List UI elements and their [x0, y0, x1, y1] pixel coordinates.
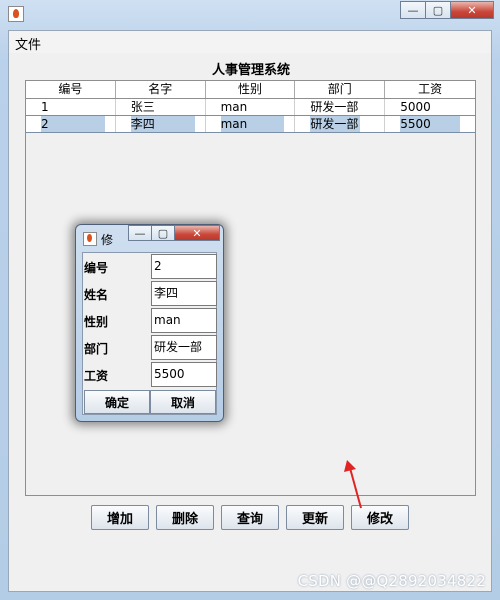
gender-label: 性别: [84, 315, 109, 329]
dialog-title: 修: [101, 233, 114, 247]
watermark: CSDN @@Q2892034822: [297, 572, 486, 590]
modify-dialog: 修 — ▢ ✕ 编号 2 姓名 李四 性别 man 部门 研发一部 工资 550…: [75, 224, 224, 422]
cell-name: 张三: [116, 99, 206, 115]
cell-name: 李四: [115, 116, 206, 132]
system-title: 人事管理系统: [211, 63, 290, 78]
gender-field[interactable]: man: [151, 308, 217, 333]
annotation-arrow-icon: [344, 460, 362, 509]
column-header-department[interactable]: 部门: [295, 81, 386, 98]
cancel-button[interactable]: 取消: [150, 390, 216, 414]
cell-name-text: 李四: [130, 116, 195, 132]
cell-id-text: 2: [41, 116, 105, 132]
close-button[interactable]: ✕: [450, 1, 494, 19]
cell-department: 研发一部: [295, 116, 386, 132]
cell-gender: man: [205, 116, 296, 132]
window-controls: — ▢ ✕: [400, 1, 494, 20]
cell-department-text: 研发一部: [310, 116, 361, 132]
java-app-icon: [8, 6, 24, 22]
minimize-button[interactable]: —: [400, 1, 426, 19]
dialog-minimize-button[interactable]: —: [128, 225, 152, 241]
id-label: 编号: [84, 261, 109, 275]
column-header-gender[interactable]: 性别: [206, 81, 296, 98]
salary-field[interactable]: 5500: [151, 362, 217, 387]
table-row-selected[interactable]: 2 李四 man 研发一部 5500: [26, 115, 475, 133]
id-field[interactable]: 2: [151, 254, 217, 279]
delete-button[interactable]: 删除: [156, 505, 214, 530]
cell-id: 2: [26, 116, 116, 132]
form-row-salary: 工资 5500: [83, 361, 217, 388]
name-label: 姓名: [84, 288, 109, 302]
cell-department: 研发一部: [295, 99, 386, 115]
update-button[interactable]: 更新: [286, 505, 344, 530]
name-field[interactable]: 李四: [151, 281, 217, 306]
form-row-name: 姓名 李四: [83, 280, 217, 307]
table-header: 编号 名字 性别 部门 工资: [26, 81, 475, 99]
dialog-maximize-button[interactable]: ▢: [151, 225, 175, 241]
add-button[interactable]: 增加: [91, 505, 149, 530]
window-titlebar[interactable]: — ▢ ✕: [0, 0, 500, 28]
confirm-button[interactable]: 确定: [84, 390, 150, 414]
cell-gender-text: man: [220, 116, 285, 132]
cell-salary: 5500: [385, 116, 475, 132]
form-row-id: 编号 2: [83, 253, 217, 280]
menu-file[interactable]: 文件: [15, 34, 41, 53]
dialog-close-button[interactable]: ✕: [174, 225, 220, 241]
cell-gender: man: [206, 99, 296, 115]
dialog-form: 编号 2 姓名 李四 性别 man 部门 研发一部 工资 5500 确定 取消: [82, 252, 217, 415]
java-app-icon: [83, 232, 97, 246]
table-row[interactable]: 1 张三 man 研发一部 5000: [26, 99, 475, 115]
form-row-gender: 性别 man: [83, 307, 217, 334]
form-row-department: 部门 研发一部: [83, 334, 217, 361]
column-header-name[interactable]: 名字: [116, 81, 206, 98]
salary-label: 工资: [84, 369, 109, 383]
department-label: 部门: [84, 342, 109, 356]
cell-id: 1: [26, 99, 116, 115]
department-field[interactable]: 研发一部: [151, 335, 217, 360]
cell-salary-text: 5500: [400, 116, 461, 132]
cell-salary: 5000: [400, 100, 431, 114]
column-header-id[interactable]: 编号: [26, 81, 116, 98]
maximize-button[interactable]: ▢: [425, 1, 451, 19]
menubar: 文件: [9, 31, 491, 53]
dialog-window-controls: — ▢ ✕: [128, 225, 220, 241]
query-button[interactable]: 查询: [221, 505, 279, 530]
column-header-salary[interactable]: 工资: [385, 81, 475, 98]
